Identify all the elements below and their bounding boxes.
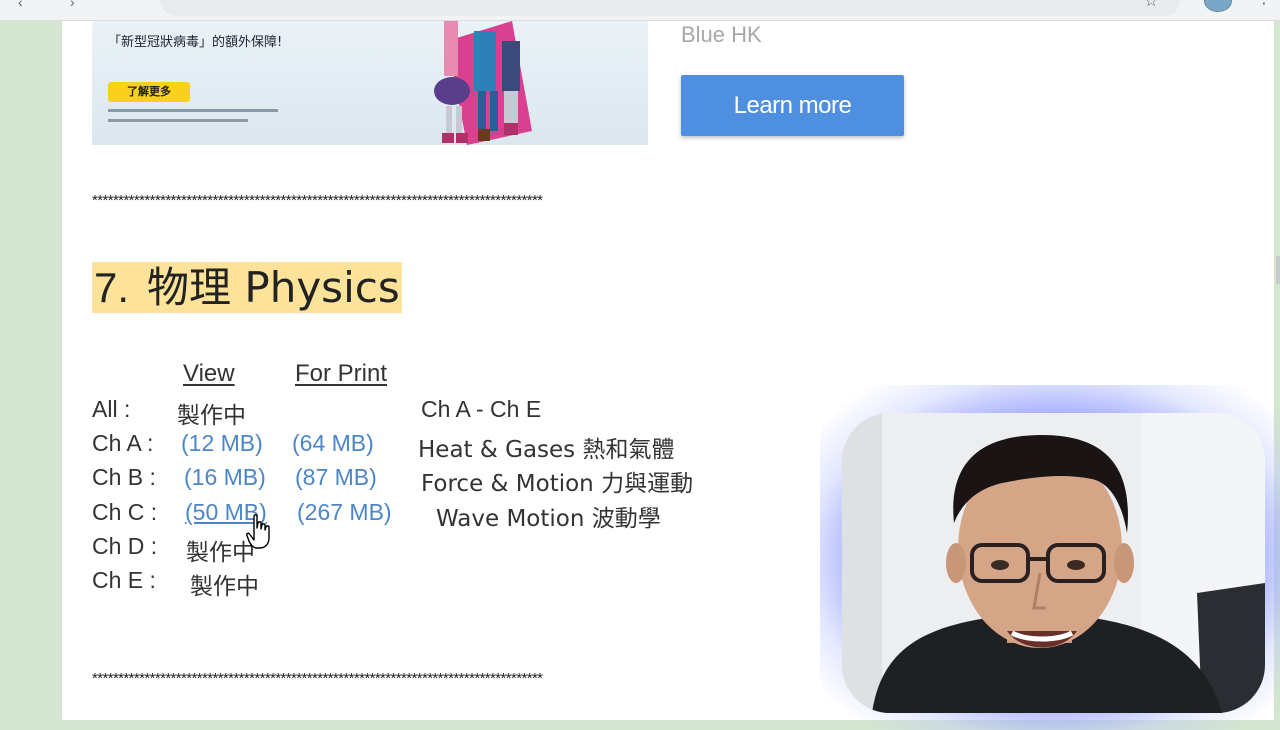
status-in-progress: 製作中 — [190, 574, 259, 600]
learn-more-button[interactable]: Learn more — [681, 75, 904, 136]
ad-brand-name: Blue HK — [681, 22, 762, 47]
view-link-ch-a[interactable]: (12 MB) — [181, 430, 263, 457]
chapter-description: Force & Motion 力與運動 — [421, 471, 694, 497]
profile-avatar[interactable] — [1204, 0, 1232, 12]
print-link-ch-c[interactable]: (267 MB) — [297, 499, 392, 526]
scrollbar-thumb[interactable] — [1276, 256, 1280, 284]
star-icon[interactable]: ☆ — [1144, 0, 1158, 11]
row-label: Ch C : — [92, 499, 158, 525]
forward-icon[interactable]: › — [70, 0, 75, 10]
status-in-progress: 製作中 — [186, 540, 255, 566]
section-heading: 7. 物理 Physics — [92, 262, 402, 313]
asterisk-divider: ****************************************… — [92, 192, 543, 209]
presenter-video-frame — [842, 413, 1265, 713]
chapter-description: Heat & Gases 熱和氣體 — [418, 437, 675, 463]
section-title: 物理 Physics — [147, 263, 400, 312]
chapter-range: Ch A - Ch E — [421, 396, 542, 422]
row-label: All : — [92, 396, 131, 422]
ad-children-illustration — [434, 21, 532, 145]
column-header-print: For Print — [295, 360, 388, 387]
webcam-video — [842, 413, 1265, 713]
ad-fineprint — [108, 109, 278, 129]
hand-pointer-icon — [246, 514, 270, 549]
print-link-ch-a[interactable]: (64 MB) — [292, 430, 374, 457]
row-label: Ch D : — [92, 533, 158, 559]
view-link-ch-b[interactable]: (16 MB) — [184, 464, 266, 491]
ad-headline: 「新型冠狀病毒」的額外保障! — [108, 35, 283, 50]
ad-banner-image[interactable]: 「新型冠狀病毒」的額外保障! 了解更多 — [92, 21, 648, 145]
print-link-ch-b[interactable]: (87 MB) — [295, 464, 377, 491]
column-header-view: View — [183, 360, 235, 387]
browser-toolbar: ‹ › ☆ ⋮ — [0, 0, 1280, 21]
chapter-description: Wave Motion 波動學 — [436, 506, 661, 532]
section-number: 7. — [94, 264, 130, 311]
row-label: Ch E : — [92, 567, 156, 593]
status-in-progress: 製作中 — [177, 403, 246, 429]
row-label: Ch A : — [92, 430, 154, 456]
address-bar[interactable] — [160, 0, 1180, 16]
ad-cta-button[interactable]: 了解更多 — [108, 82, 190, 102]
back-icon[interactable]: ‹ — [18, 0, 23, 10]
kebab-menu-icon[interactable]: ⋮ — [1256, 0, 1272, 8]
row-label: Ch B : — [92, 464, 156, 490]
asterisk-divider: ****************************************… — [92, 670, 543, 687]
